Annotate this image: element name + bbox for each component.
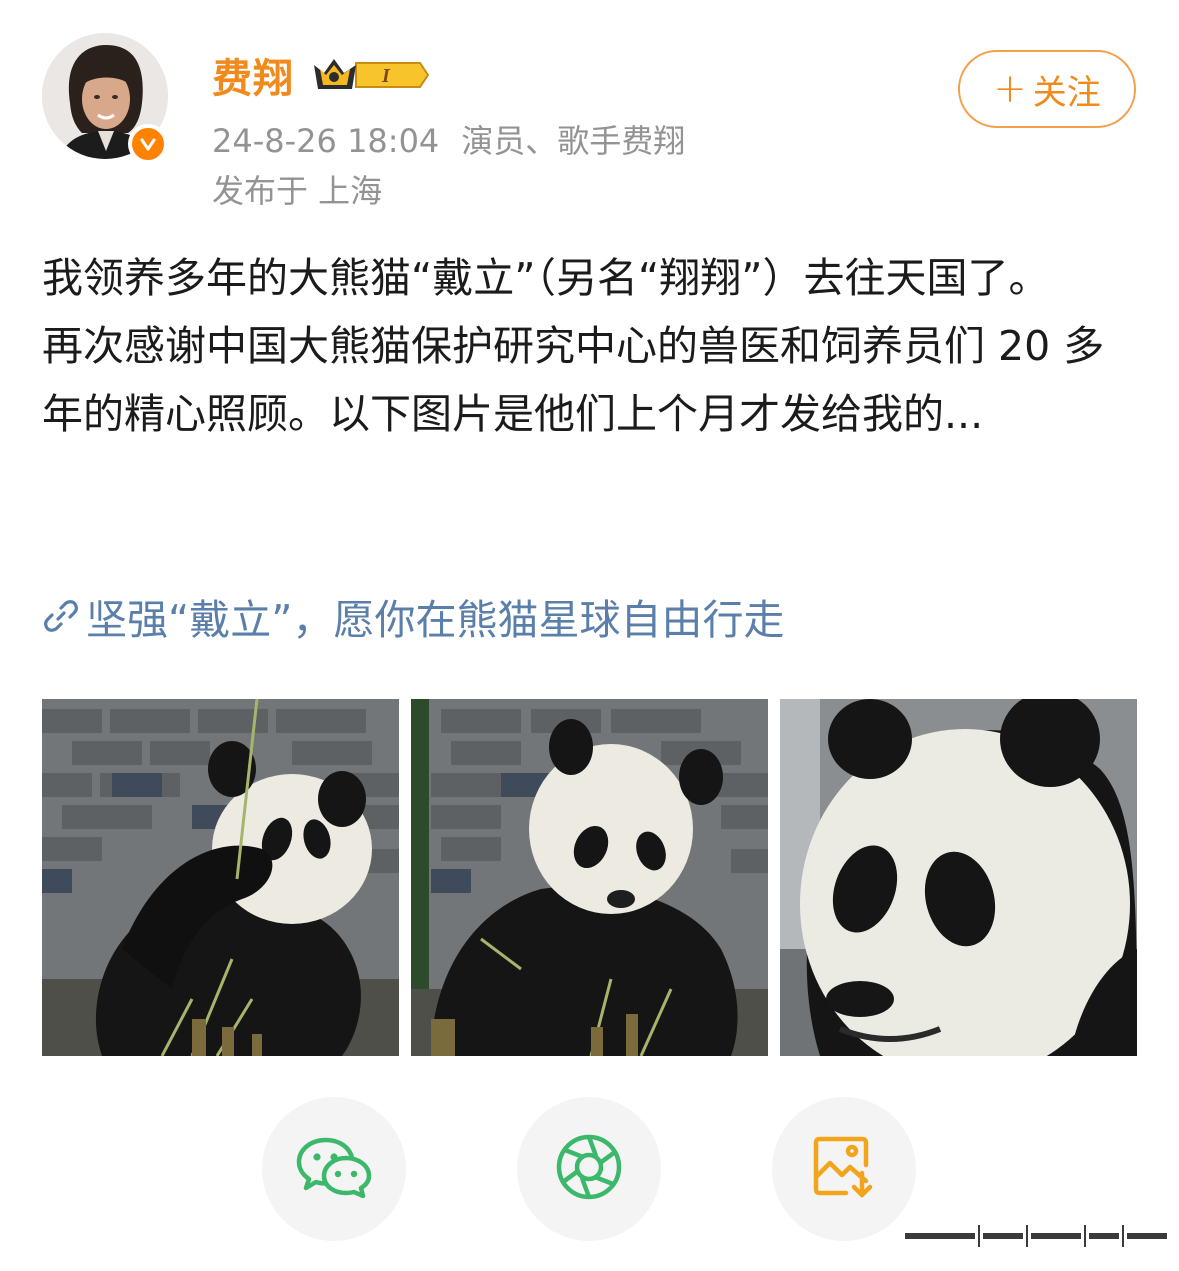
plus-icon: + — [993, 66, 1027, 112]
share-moments-button[interactable] — [517, 1097, 661, 1241]
verified-badge-icon — [128, 124, 168, 164]
follow-label: 关注 — [1032, 72, 1101, 113]
post-body: 我领养多年的大熊猫“戴立”（另名“翔翔”）去往天国了。 再次感谢中国大熊猫保护研… — [42, 244, 1137, 448]
post-paragraph: 再次感谢中国大熊猫保护研究中心的兽医和饲养员们 20 多年的精心照顾。以下图片是… — [42, 322, 1105, 438]
post-location: 发布于 上海 — [212, 172, 383, 210]
watermark-icon — [905, 1222, 1170, 1250]
weibo-post-card: 费翔 I 24-8-26 18:04 演员、歌手费翔 发布于 上海 + 关注 我领养… — [0, 0, 1179, 1271]
link-icon — [42, 597, 80, 635]
moments-icon — [555, 1133, 623, 1205]
post-photo-3[interactable] — [780, 699, 1137, 1056]
vip-level: I — [381, 65, 391, 87]
post-meta: 24-8-26 18:04 演员、歌手费翔 — [212, 116, 685, 162]
share-wechat-button[interactable] — [262, 1097, 406, 1241]
follow-button[interactable]: + 关注 — [958, 50, 1136, 128]
vip-crown-badge-icon[interactable]: I — [312, 53, 430, 101]
save-image-button[interactable] — [772, 1097, 916, 1241]
topic-link[interactable]: 坚强“戴立”，愿你在熊猫星球自由行走 — [42, 586, 784, 646]
wechat-icon — [296, 1136, 372, 1202]
post-photo-1[interactable] — [42, 699, 399, 1056]
author-name[interactable]: 费翔 — [212, 46, 294, 104]
post-timestamp: 24-8-26 18:04 — [212, 122, 440, 160]
save-image-icon — [812, 1135, 876, 1203]
link-text: 坚强“戴立”，愿你在熊猫星球自由行走 — [86, 596, 785, 644]
post-photo-2[interactable] — [411, 699, 768, 1056]
post-paragraph: 我领养多年的大熊猫“戴立”（另名“翔翔”）去往天国了。 — [42, 254, 1050, 302]
author-description: 演员、歌手费翔 — [461, 122, 686, 160]
